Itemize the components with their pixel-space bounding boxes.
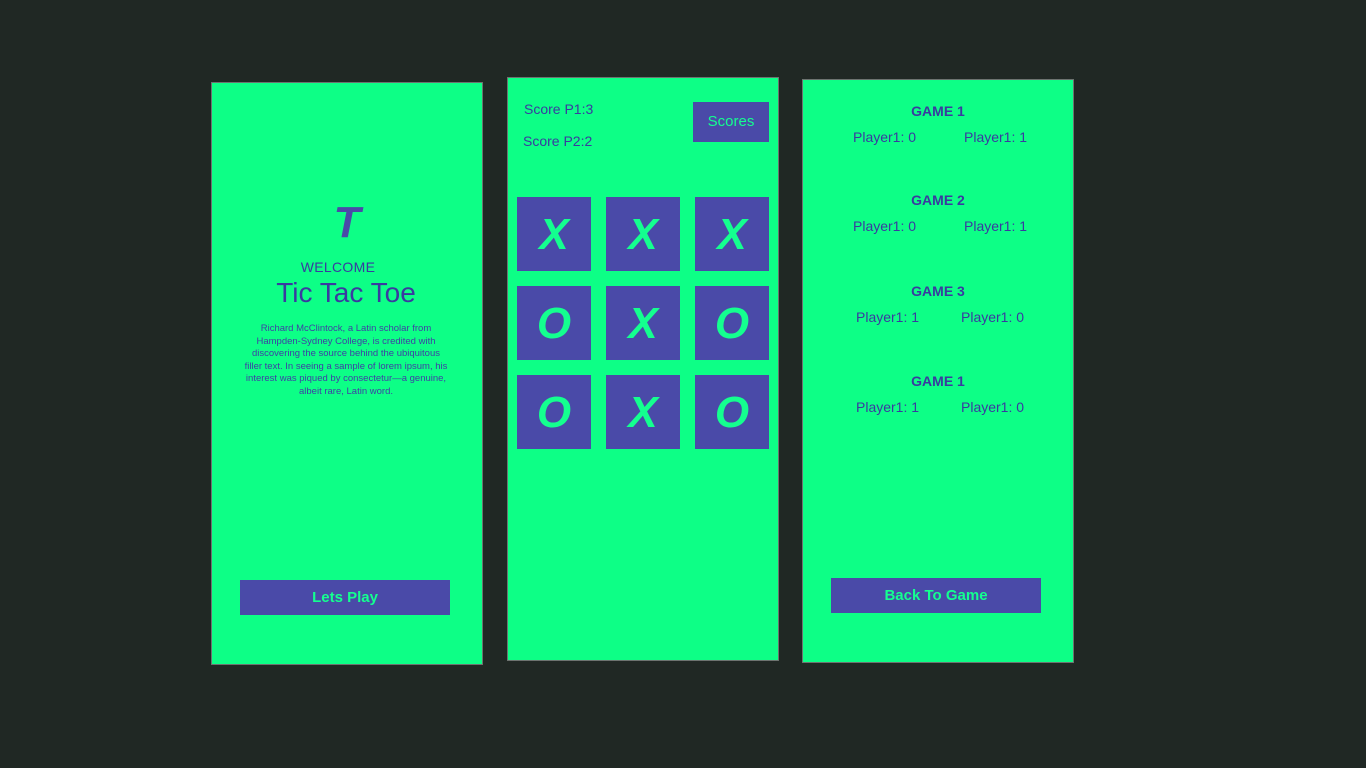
result-left: Player1: 0 — [853, 218, 917, 234]
board-cell-6[interactable]: O — [695, 286, 769, 360]
board-cell-2[interactable]: X — [606, 197, 680, 271]
result-right: Player1: 0 — [961, 309, 1025, 325]
back-to-game-button[interactable]: Back To Game — [831, 578, 1041, 613]
game-title: GAME 1 — [911, 103, 965, 119]
score-p2: Score P2:2 — [523, 133, 593, 149]
scores-screen: GAME 1 Player1: 0 Player1: 1 GAME 2 Play… — [803, 80, 1073, 662]
board-cell-4[interactable]: O — [517, 286, 591, 360]
board-cell-7[interactable]: O — [517, 375, 591, 449]
board-cell-5[interactable]: X — [606, 286, 680, 360]
game-title: GAME 1 — [911, 373, 965, 389]
board-cell-9[interactable]: O — [695, 375, 769, 449]
app-logo: T — [333, 198, 361, 247]
game-result-row: Player1: 1 Player1: 0 — [803, 309, 1073, 331]
board-cell-8[interactable]: X — [606, 375, 680, 449]
app-title: Tic Tac Toe — [276, 277, 416, 308]
game-record: GAME 1 Player1: 1 Player1: 0 — [803, 373, 1073, 421]
result-right: Player1: 1 — [964, 218, 1028, 234]
score-p1: Score P1:3 — [524, 101, 594, 117]
game-result-row: Player1: 0 Player1: 1 — [803, 218, 1073, 240]
welcome-screen: T WELCOME Tic Tac Toe Richard McClintock… — [212, 83, 482, 664]
game-record: GAME 2 Player1: 0 Player1: 1 — [803, 192, 1073, 240]
game-record: GAME 1 Player1: 0 Player1: 1 — [803, 103, 1073, 151]
result-right: Player1: 1 — [964, 129, 1028, 145]
result-left: Player1: 1 — [856, 309, 920, 325]
game-screen: Score P1:3 Score P2:2 Scores X X X O X O… — [508, 78, 778, 660]
result-right: Player1: 0 — [961, 399, 1025, 415]
lets-play-button[interactable]: Lets Play — [240, 580, 450, 615]
welcome-label: WELCOME — [300, 259, 376, 275]
result-left: Player1: 1 — [856, 399, 920, 415]
game-title: GAME 3 — [911, 283, 965, 299]
scores-button[interactable]: Scores — [693, 102, 769, 142]
board-cell-3[interactable]: X — [695, 197, 769, 271]
game-title: GAME 2 — [911, 192, 965, 208]
board-cell-1[interactable]: X — [517, 197, 591, 271]
game-record: GAME 3 Player1: 1 Player1: 0 — [803, 283, 1073, 331]
app-description: Richard McClintock, a Latin scholar from… — [244, 323, 448, 397]
game-result-row: Player1: 0 Player1: 1 — [803, 129, 1073, 151]
result-left: Player1: 0 — [853, 129, 917, 145]
game-result-row: Player1: 1 Player1: 0 — [803, 399, 1073, 421]
mockup-canvas: T WELCOME Tic Tac Toe Richard McClintock… — [0, 0, 1366, 768]
